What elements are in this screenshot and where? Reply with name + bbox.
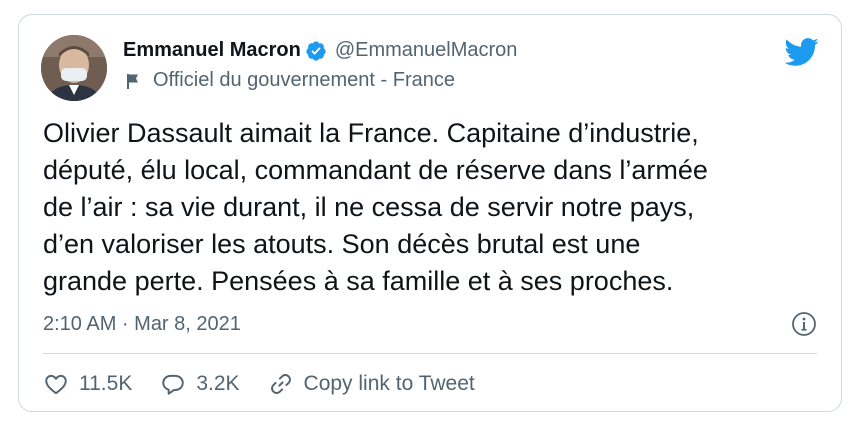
action-bar: 11.5K 3.2K Copy link to Tweet — [43, 371, 503, 397]
heart-icon — [45, 374, 67, 395]
tweet-text: Olivier Dassault aimait la France. Capit… — [43, 118, 708, 296]
government-label: Officiel du gouvernement - France — [123, 69, 455, 92]
like-button[interactable]: 11.5K — [43, 371, 132, 397]
author-handle[interactable]: @EmmanuelMacron — [335, 39, 518, 62]
author-name[interactable]: Emmanuel Macron — [123, 39, 301, 62]
info-icon[interactable] — [791, 311, 817, 337]
reply-bubble-icon — [162, 374, 185, 395]
verified-badge-icon — [305, 40, 327, 62]
government-label-text: Officiel du gouvernement - France — [153, 69, 456, 91]
profile-photo — [41, 35, 107, 101]
copy-link-label: Copy link to Tweet — [303, 372, 475, 395]
flag-icon — [123, 71, 143, 91]
link-icon — [270, 374, 291, 394]
tweet-timestamp[interactable]: 2:10 AM · Mar 8, 2021 — [43, 313, 241, 336]
reply-button[interactable]: 3.2K — [160, 371, 240, 397]
divider — [43, 353, 817, 354]
copy-link-button[interactable]: Copy link to Tweet — [268, 371, 475, 397]
avatar[interactable] — [41, 35, 107, 101]
author-name-row[interactable]: Emmanuel Macron @EmmanuelMacron — [123, 39, 517, 62]
tweet-card: Emmanuel Macron @EmmanuelMacron Officiel… — [18, 14, 842, 412]
like-count: 11.5K — [79, 372, 133, 395]
reply-count: 3.2K — [196, 372, 240, 395]
twitter-bird-icon[interactable] — [783, 37, 819, 67]
